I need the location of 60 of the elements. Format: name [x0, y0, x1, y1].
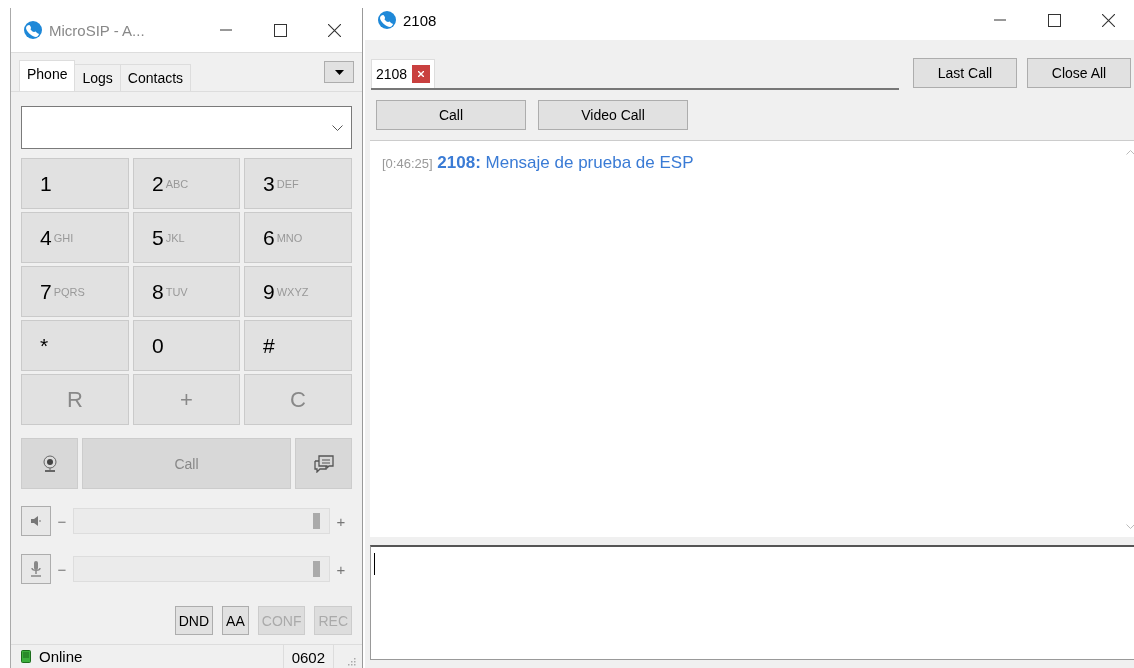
- toggle-button[interactable]: DND: [174, 606, 214, 635]
- plus-label: +: [335, 560, 347, 578]
- message-button[interactable]: [295, 438, 352, 489]
- keypad-key[interactable]: 7 PQRS: [21, 266, 129, 317]
- microphone-button[interactable]: [21, 554, 51, 584]
- volume-slider[interactable]: [73, 508, 330, 534]
- close-icon: [1101, 13, 1115, 27]
- chat-tab[interactable]: 2108: [371, 59, 436, 88]
- keypad-key[interactable]: 9 WXYZ: [244, 266, 352, 317]
- video-call-button[interactable]: [21, 438, 78, 489]
- app-logo-icon: [23, 20, 43, 40]
- window-title: MicroSIP - A...: [49, 21, 146, 39]
- tab-close-button[interactable]: [412, 65, 431, 83]
- app-logo-icon: [377, 10, 397, 30]
- status-text: Online: [39, 648, 84, 665]
- menu-button[interactable]: [324, 61, 354, 83]
- keypad-key[interactable]: #: [244, 320, 352, 371]
- keypad-key[interactable]: 5 JKL: [133, 212, 240, 263]
- action-button[interactable]: Video Call: [538, 100, 688, 130]
- message-input[interactable]: [370, 545, 1134, 660]
- action-button[interactable]: Call: [376, 100, 526, 130]
- volume-slider[interactable]: [73, 556, 330, 582]
- webcam-icon: [41, 454, 58, 473]
- slider-thumb[interactable]: [313, 513, 321, 529]
- microphone-icon: [30, 561, 42, 577]
- phone-status-icon: [21, 650, 31, 663]
- close-icon: [327, 23, 341, 37]
- resize-grip-icon: [348, 657, 356, 666]
- number-field[interactable]: [21, 106, 352, 149]
- tab[interactable]: Phone: [19, 60, 76, 91]
- chat-message: [0:46:25] 2108: Mensaje de prueba de ESP: [382, 153, 695, 173]
- keypad-key[interactable]: 4 GHI: [21, 212, 129, 263]
- minus-label: −: [56, 512, 68, 530]
- minus-label: −: [56, 560, 68, 578]
- keypad-key[interactable]: 0: [133, 320, 240, 371]
- toolbar-button[interactable]: Last Call: [913, 58, 1017, 88]
- toggle-button[interactable]: AA: [222, 606, 249, 635]
- chat-bubbles-icon: [313, 454, 334, 473]
- extension-label: 0602: [282, 645, 334, 668]
- chevron-down-icon: [332, 124, 343, 131]
- keypad-key[interactable]: 1: [21, 158, 129, 209]
- tab[interactable]: Contacts: [119, 64, 192, 91]
- scroll-up-icon: [1126, 150, 1134, 155]
- slider-thumb[interactable]: [313, 561, 321, 577]
- speaker-icon: [31, 516, 41, 526]
- keypad-key[interactable]: 8 TUV: [133, 266, 240, 317]
- toolbar-button[interactable]: Close All: [1027, 58, 1131, 88]
- keypad-key[interactable]: *: [21, 320, 129, 371]
- window-title: 2108: [403, 11, 438, 29]
- maximize-icon: [1047, 13, 1061, 27]
- keypad-key[interactable]: 6 MNO: [244, 212, 352, 263]
- caret-icon: [334, 69, 344, 75]
- maximize-icon: [273, 23, 287, 37]
- keypad-key[interactable]: 3 DEF: [244, 158, 352, 209]
- keypad-key[interactable]: 2 ABC: [133, 158, 240, 209]
- text-cursor: [374, 553, 375, 575]
- speaker-button[interactable]: [21, 506, 51, 536]
- plus-label: +: [335, 512, 347, 530]
- close-icon: [418, 71, 425, 77]
- scroll-down-icon: [1126, 524, 1134, 529]
